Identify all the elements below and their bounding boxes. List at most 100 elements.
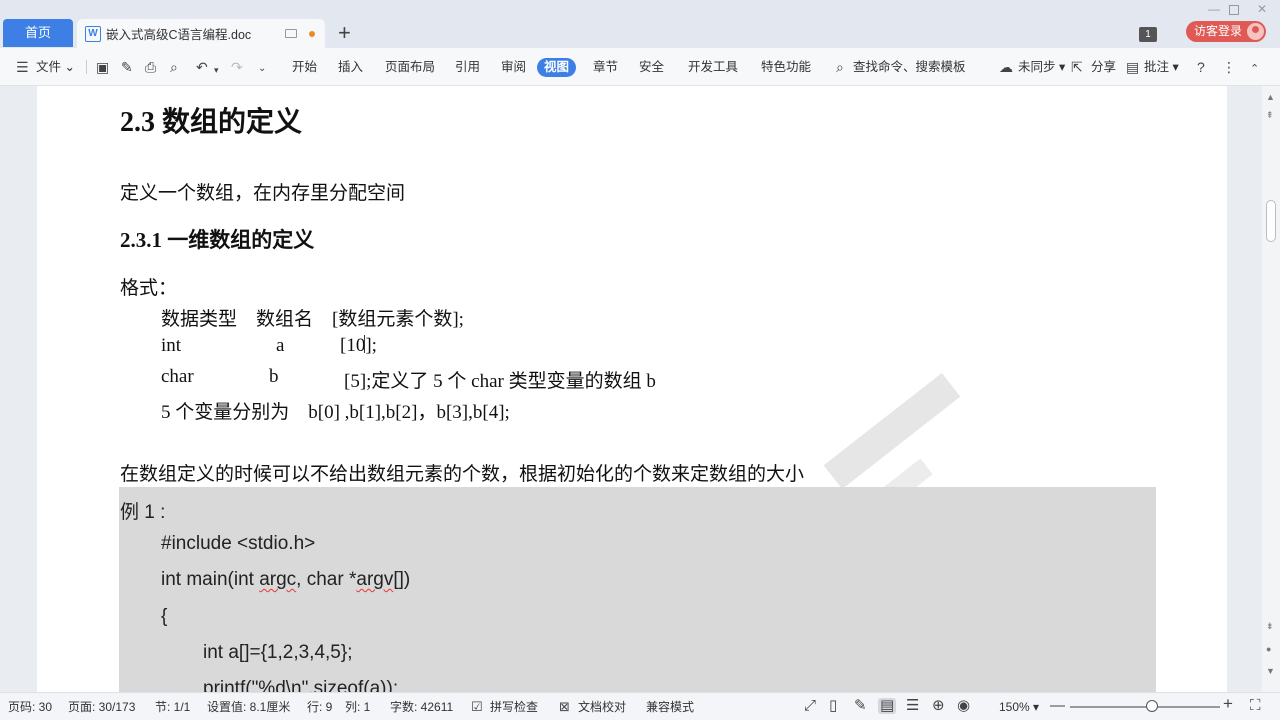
code-block: 例 1 : #include <stdio.h> int main(int ar… xyxy=(119,487,1156,692)
guest-login-button[interactable]: 访客登录 xyxy=(1186,21,1266,42)
menu-hamburger-icon[interactable]: ☰ xyxy=(16,59,29,75)
scroll-up-icon[interactable]: ▲ xyxy=(1266,92,1275,102)
read-mode-icon[interactable]: ▯ xyxy=(829,698,837,714)
screen-icon[interactable] xyxy=(285,29,297,38)
ribbon-toolbar: ☰ 文件 ⌄ ▣ ✎ ⎙ ⌕ ↶ ▾ ↷ ⌄ 开始 插入 页面布局 引用 审阅 … xyxy=(0,48,1280,86)
setting-value[interactable]: 设置值: 8.1厘米 xyxy=(207,700,290,714)
ribbon-tab-view[interactable]: 视图 xyxy=(537,58,577,77)
scrollbar-thumb[interactable] xyxy=(1266,200,1276,242)
zoom-in-icon[interactable]: + xyxy=(1223,695,1233,712)
page-count[interactable]: 页面: 30/173 xyxy=(68,700,135,714)
search-icon[interactable]: ⌕ xyxy=(836,59,844,75)
comment-icon[interactable]: ▤ xyxy=(1126,59,1139,75)
tab-bar: 首页 W 嵌入式高级C语言编程.doc + — ✕ 1 访客登录 xyxy=(0,0,1280,48)
subsection-heading: 2.3.1 一维数组的定义 xyxy=(120,228,315,252)
sync-status[interactable]: 未同步 ▾ xyxy=(1018,58,1065,77)
fit-page-icon[interactable]: ⛶ xyxy=(1250,698,1261,714)
print-preview-icon[interactable]: ⌕ xyxy=(170,59,178,75)
unsaved-dot-icon xyxy=(309,30,315,37)
section-count[interactable]: 节: 1/1 xyxy=(155,700,190,714)
maximize-icon[interactable] xyxy=(1229,5,1239,15)
select-browse-icon[interactable]: ● xyxy=(1266,644,1271,654)
file-menu[interactable]: 文件 ⌄ xyxy=(36,58,75,77)
web-view-icon[interactable]: ⊕ xyxy=(932,698,945,714)
command-search[interactable]: 查找命令、搜索模板 xyxy=(853,58,966,77)
example-int-size: [10]; xyxy=(340,335,377,356)
ribbon-tab-references[interactable]: 引用 xyxy=(455,58,480,77)
example-char-size: [5];定义了 5 个 char 类型变量的数组 b xyxy=(344,371,656,392)
zoom-level[interactable]: 150% ▾ xyxy=(999,700,1039,714)
watermark-shape xyxy=(823,373,961,489)
page-code[interactable]: 页码: 30 xyxy=(8,700,52,714)
init-paragraph: 在数组定义的时候可以不给出数组元素的个数，根据初始化的个数来定数组的大小 xyxy=(120,464,805,485)
ribbon-tab-start[interactable]: 开始 xyxy=(292,58,317,77)
code-line-brace: { xyxy=(161,606,168,627)
page-view-icon[interactable]: ▤ xyxy=(878,698,897,714)
example-int-name: a xyxy=(276,335,285,356)
example-char-name: b xyxy=(269,366,279,387)
share-icon[interactable]: ⇱ xyxy=(1071,59,1083,75)
zoom-out-icon[interactable]: — xyxy=(1050,698,1065,714)
example-label: 例 1 : xyxy=(120,502,166,523)
undo-dropdown-icon[interactable]: ▾ xyxy=(214,62,219,78)
document-area[interactable]: 2.3 数组的定义 定义一个数组，在内存里分配空间 2.3.1 一维数组的定义 … xyxy=(0,86,1262,692)
tab-document[interactable]: W 嵌入式高级C语言编程.doc xyxy=(77,19,325,48)
more-options-icon[interactable]: ⋮ xyxy=(1222,59,1236,75)
page-up-icon[interactable]: ⇞ xyxy=(1266,110,1274,121)
text-cursor xyxy=(364,335,365,353)
doc-proof-button[interactable]: 文档校对 xyxy=(578,700,626,714)
word-doc-icon: W xyxy=(85,25,101,42)
quick-access-dropdown-icon[interactable]: ⌄ xyxy=(258,61,266,77)
redo-icon[interactable]: ↷ xyxy=(231,59,243,75)
fullscreen-icon[interactable]: ⤢ xyxy=(804,698,816,714)
document-page[interactable]: 2.3 数组的定义 定义一个数组，在内存里分配空间 2.3.1 一维数组的定义 … xyxy=(37,86,1227,692)
avatar-icon xyxy=(1247,23,1264,40)
save-icon[interactable]: ▣ xyxy=(96,59,109,75)
section-heading: 2.3 数组的定义 xyxy=(120,107,303,138)
help-icon[interactable]: ? xyxy=(1197,59,1205,75)
word-count[interactable]: 字数: 42611 xyxy=(390,700,453,714)
guest-login-label: 访客登录 xyxy=(1194,24,1243,38)
scroll-down-icon[interactable]: ▼ xyxy=(1266,666,1275,676)
example-int-type: int xyxy=(161,335,182,356)
code-line-declaration: int a[]={1,2,3,4,5}; xyxy=(203,642,353,663)
zoom-slider-track[interactable] xyxy=(1070,706,1220,708)
new-tab-plus-icon[interactable]: + xyxy=(338,22,351,44)
print-icon[interactable]: ⎙ xyxy=(145,59,156,75)
code-line-main: int main(int argc, char *argv[]) xyxy=(161,569,411,590)
zoom-slider-handle[interactable] xyxy=(1146,700,1158,712)
code-line-printf: printf("%d\n",sizeof(a)); xyxy=(203,678,399,692)
window-count-badge[interactable]: 1 xyxy=(1139,27,1157,42)
spell-check-icon[interactable]: ☑ xyxy=(471,699,483,715)
eye-protection-icon[interactable]: ◉ xyxy=(957,698,970,714)
share-button[interactable]: 分享 xyxy=(1091,58,1116,77)
ribbon-tab-developer[interactable]: 开发工具 xyxy=(688,58,738,77)
tab-home[interactable]: 首页 xyxy=(3,19,73,47)
format-painter-icon[interactable]: ✎ xyxy=(121,59,133,75)
vertical-scrollbar[interactable]: ▲ ⇞ ⇟ ● ▼ xyxy=(1262,86,1280,692)
comment-button[interactable]: 批注 ▾ xyxy=(1144,58,1179,77)
intro-paragraph: 定义一个数组，在内存里分配空间 xyxy=(120,183,406,204)
cloud-sync-icon[interactable]: ☁ xyxy=(999,59,1013,75)
outline-view-icon[interactable]: ☰ xyxy=(906,698,919,714)
divider xyxy=(86,60,87,74)
format-syntax-line: 数据类型 数组名 [数组元素个数]; xyxy=(161,309,464,330)
page-down-icon[interactable]: ⇟ xyxy=(1266,621,1274,632)
edit-pen-icon[interactable]: ✎ xyxy=(854,698,867,714)
close-icon[interactable]: ✕ xyxy=(1257,2,1267,16)
status-bar: 页码: 30 页面: 30/173 节: 1/1 设置值: 8.1厘米 行: 9… xyxy=(0,692,1280,720)
undo-icon[interactable]: ↶ xyxy=(196,59,208,75)
collapse-ribbon-icon[interactable]: ⌃ xyxy=(1250,61,1259,77)
format-label: 格式： xyxy=(120,278,178,299)
minimize-icon[interactable]: — xyxy=(1208,2,1220,16)
doc-proof-icon[interactable]: ⊠ xyxy=(559,699,570,715)
row-number[interactable]: 行: 9 xyxy=(307,700,332,714)
ribbon-tab-features[interactable]: 特色功能 xyxy=(761,58,811,77)
ribbon-tab-review[interactable]: 审阅 xyxy=(501,58,526,77)
column-number[interactable]: 列: 1 xyxy=(345,700,370,714)
ribbon-tab-security[interactable]: 安全 xyxy=(639,58,664,77)
ribbon-tab-chapter[interactable]: 章节 xyxy=(593,58,618,77)
ribbon-tab-page-layout[interactable]: 页面布局 xyxy=(385,58,435,77)
ribbon-tab-insert[interactable]: 插入 xyxy=(338,58,363,77)
spell-check-button[interactable]: 拼写检查 xyxy=(490,700,538,714)
